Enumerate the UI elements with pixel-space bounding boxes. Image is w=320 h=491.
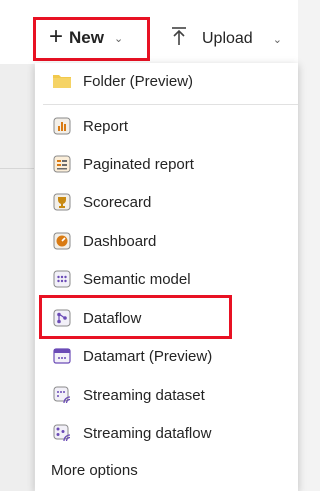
- datamart-icon: [52, 346, 72, 366]
- menu-item-label: Datamart (Preview): [83, 347, 213, 365]
- new-menu: Folder (Preview) Report Paginated report…: [35, 63, 298, 491]
- menu-item-label: Paginated report: [83, 155, 194, 173]
- menu-item-more-options[interactable]: More options: [35, 452, 298, 488]
- chevron-down-icon: ⌄: [272, 33, 282, 46]
- upload-button[interactable]: Upload ⌄: [170, 22, 282, 56]
- streaming-dataflow-icon: [52, 423, 72, 443]
- menu-item-label: Semantic model: [83, 270, 191, 288]
- menu-item-label: Dashboard: [83, 232, 157, 250]
- menu-item-label: Streaming dataset: [83, 386, 205, 404]
- menu-item-label: Report: [83, 117, 129, 135]
- upload-button-label: Upload: [202, 30, 253, 47]
- folder-icon: [52, 71, 72, 91]
- menu-item-label: Folder (Preview): [83, 72, 194, 90]
- report-icon: [52, 116, 72, 136]
- dashboard-gauge-icon: [52, 231, 72, 251]
- list-divider: [0, 168, 34, 169]
- menu-item-scorecard[interactable]: Scorecard: [35, 184, 298, 220]
- new-button-label: New: [69, 28, 104, 47]
- menu-item-datamart[interactable]: Datamart (Preview): [35, 338, 298, 374]
- menu-item-dataflow[interactable]: Dataflow: [35, 300, 298, 336]
- menu-item-folder[interactable]: Folder (Preview): [35, 63, 298, 99]
- workspace-list-background: [0, 64, 34, 491]
- menu-item-semantic-model[interactable]: Semantic model: [35, 261, 298, 297]
- menu-item-label: Streaming dataflow: [83, 424, 212, 442]
- menu-item-dashboard[interactable]: Dashboard: [35, 223, 298, 259]
- chevron-down-icon: ⌄: [113, 32, 124, 45]
- menu-item-streaming-dataflow[interactable]: Streaming dataflow: [35, 415, 298, 451]
- more-options-label: More options: [51, 461, 138, 479]
- trophy-icon: [52, 192, 72, 212]
- new-button[interactable]: + New ⌄: [35, 18, 145, 58]
- menu-item-streaming-dataset[interactable]: Streaming dataset: [35, 377, 298, 413]
- streaming-dataset-icon: [52, 385, 72, 405]
- plus-icon: +: [49, 23, 64, 50]
- menu-divider: [43, 104, 298, 105]
- menu-item-label: Scorecard: [83, 193, 152, 211]
- dataflow-icon: [52, 308, 72, 328]
- menu-item-report[interactable]: Report: [35, 108, 298, 144]
- menu-item-paginated-report[interactable]: Paginated report: [35, 146, 298, 182]
- semantic-model-icon: [52, 269, 72, 289]
- upload-arrow-icon: [170, 26, 188, 52]
- paginated-report-icon: [52, 154, 72, 174]
- menu-item-label: Dataflow: [83, 309, 142, 327]
